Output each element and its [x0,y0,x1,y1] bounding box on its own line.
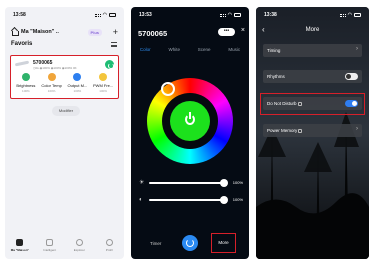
favorites-title: Favoris [11,41,33,47]
home-icon [16,239,24,246]
tab-white[interactable]: White [168,47,180,56]
battery-icon [354,13,361,17]
page-title: More [305,27,320,33]
slider-track[interactable] [149,199,226,201]
settings-row-rhythms[interactable]: Rhythms [263,70,362,83]
sun-icon: ☀ [139,180,145,186]
signal-icon [339,13,346,17]
color-control-screen: 13:53 ◠ 5700065 ••• × Color White Scene … [131,7,249,259]
chevron-right-icon: › [356,46,358,52]
row-label-wrap: Power Memory [267,128,303,133]
plus-badge[interactable]: Plus [87,29,102,36]
color-wheel[interactable] [147,78,233,164]
explore-icon [75,239,83,246]
output-mode-icon [73,73,82,81]
tab-scene[interactable]: Scene [198,47,211,56]
wifi-icon: ◠ [227,12,232,18]
tab-label: Profil [105,248,113,252]
power-icon[interactable] [105,60,114,69]
battery-icon [109,13,116,17]
feature-output-mode[interactable]: Output M... 100% [65,73,91,93]
feature-label: Output M... [67,83,88,88]
menu-icon[interactable] [111,42,117,47]
power-button[interactable] [182,235,198,251]
device-stats: ◷0s ◉100% ◉100% ◉100% 0K [33,66,77,70]
close-icon[interactable]: × [241,27,245,34]
house-icon [11,29,19,36]
row-label: Timing [267,48,281,53]
profile-icon [105,239,113,246]
home-selector[interactable]: Ma "Maison" .. Plus + [11,26,118,38]
row-label: Power Memory [267,128,298,133]
status-bar: 13:58 ◠ [5,10,124,20]
selected-color-preview[interactable] [170,101,210,141]
tab-label: Explorer [73,248,85,252]
feature-label: Brightness [16,83,36,88]
feature-brightness[interactable]: Brightness 100% [13,73,39,93]
home-name: Ma "Maison" .. [21,29,59,35]
highlight-box [260,93,365,115]
device-card[interactable]: 5700065 ◷0s ◉100% ◉100% ◉100% 0K Brightn… [10,55,119,99]
modifier-button[interactable]: Modifier [52,106,80,116]
slider-handle[interactable] [220,196,228,204]
contrast-icon: ◐ [139,197,143,203]
slider-handle[interactable] [220,179,228,187]
tab-intelligent[interactable]: Intelligent [36,235,64,259]
wheel-inner-ring [162,93,218,149]
tab-label: Intelligent [43,248,57,252]
tab-explorer[interactable]: Explorer [65,235,93,259]
feature-value: 100% [47,89,56,93]
intelligent-icon [46,239,54,246]
feature-value: 100% [22,89,30,93]
more-button[interactable]: More [211,233,236,253]
tab-profile[interactable]: Profil [95,235,123,259]
timer-button[interactable]: Timer [150,241,161,246]
add-device-button[interactable]: + [113,26,118,38]
color-picker-handle[interactable] [161,82,175,96]
wifi-icon: ◠ [347,12,352,18]
signal-icon [94,13,101,17]
pwm-icon [99,73,108,81]
feature-color-temp[interactable]: Color Temp 100% [39,73,65,93]
tab-home[interactable]: Ma "Maison" [6,235,34,259]
battery-icon [234,13,241,17]
settings-row-power-memory[interactable]: Power Memory › [263,124,362,137]
slider-value: 100% [232,197,243,202]
settings-row-timing[interactable]: Timing › [263,44,362,57]
tab-music[interactable]: Music [228,47,240,56]
power-icon [185,112,195,125]
home-screen: 13:58 ◠ Ma "Maison" .. Plus + Favoris 57… [5,7,124,259]
saturation-slider[interactable]: ◐ 100% [139,196,243,204]
status-bar: 13:53 ◠ [131,10,249,20]
tab-color[interactable]: Color [140,47,151,56]
wifi-icon: ◠ [102,12,107,18]
slider-track[interactable] [149,182,226,184]
feature-label: Color Temp [41,83,62,88]
brightness-slider[interactable]: ☀ 100% [139,179,243,187]
rhythms-toggle[interactable] [345,73,358,80]
feature-label: PWM Fre... [93,83,114,88]
mode-tabs: Color White Scene Music [131,47,249,56]
status-time: 13:53 [139,12,152,18]
tab-label: Ma "Maison" [10,248,29,252]
chevron-right-icon: › [356,126,358,132]
brightness-icon [21,73,30,81]
feature-value: 100% [99,89,107,93]
color-temp-icon [47,73,56,81]
help-icon[interactable] [298,128,303,133]
status-bar: 13:38 ◠ [256,10,369,20]
feature-list: Brightness 100% Color Temp 100% Output M… [13,73,116,93]
feature-pwm[interactable]: PWM Fre... 100% [90,73,116,93]
more-settings-screen: 13:38 ◠ ‹ More Timing › Rhythms Do Not D… [256,7,369,259]
signal-icon [219,13,226,17]
light-strip-icon [15,61,31,66]
tab-bar: Ma "Maison" Intelligent Explorer Profil [5,235,124,259]
row-label: Rhythms [267,74,285,79]
device-title: 5700065 [138,29,168,38]
feature-value: 100% [73,89,82,93]
status-time: 13:58 [13,12,26,18]
more-options-button[interactable]: ••• [218,28,235,36]
status-time: 13:38 [264,12,277,18]
slider-value: 100% [232,180,243,185]
